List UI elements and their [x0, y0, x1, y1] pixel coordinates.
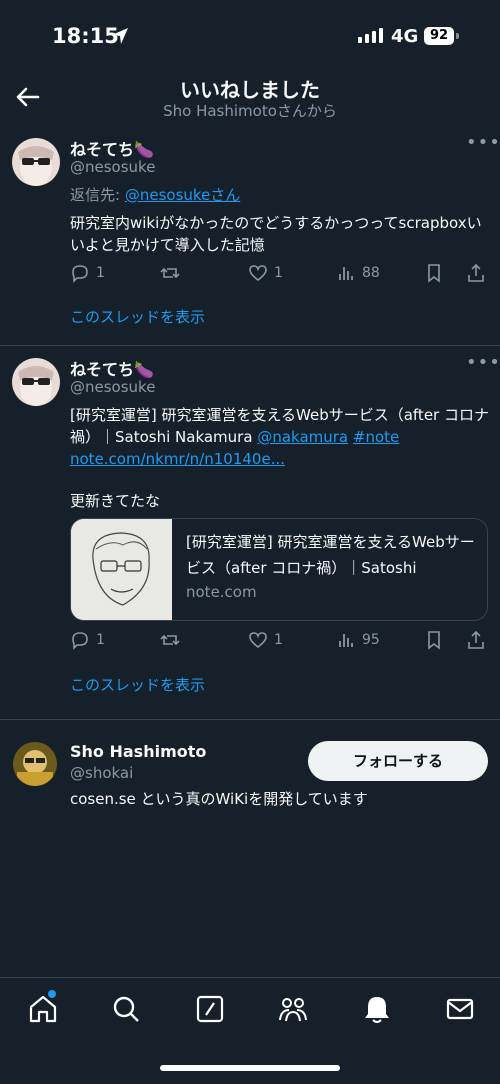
user-bio: cosen.se という真のWiKiを開発しています — [70, 790, 368, 808]
post-body: 研究室内wikiがなかったのでどうするかっつってscrapboxいいよと見かけて… — [70, 214, 482, 254]
page-subtitle: Sho Hashimotoさんから — [163, 102, 337, 120]
reply-icon — [72, 265, 88, 283]
battery-icon: 92 — [424, 27, 454, 45]
url-link[interactable]: note.com/nkmr/n/n10140e... — [70, 450, 285, 468]
reply-count: 1 — [96, 265, 105, 281]
search-icon[interactable] — [111, 994, 141, 1024]
signal-icon — [358, 28, 383, 43]
share-button[interactable] — [466, 263, 486, 283]
card-title: [研究室運営] 研究室運営を支えるWebサービス（after コロナ禍）｜Sat… — [186, 533, 475, 577]
heart-icon — [249, 265, 267, 282]
status-bar: 18:15 4G 92 — [0, 0, 500, 70]
communities-icon[interactable] — [278, 994, 308, 1024]
like-count: 1 — [274, 632, 283, 648]
retweet-button[interactable] — [160, 263, 180, 283]
avatar[interactable] — [12, 138, 60, 186]
heart-icon — [249, 632, 267, 649]
notifications-icon[interactable] — [362, 994, 392, 1024]
reply-label: 返信先: — [70, 186, 121, 204]
views-button[interactable]: 95 — [336, 630, 380, 650]
retweet-button[interactable] — [160, 630, 180, 650]
compose-icon[interactable] — [195, 994, 225, 1024]
link-card[interactable]: [研究室運営] 研究室運営を支えるWebサービス（after コロナ禍）｜Sat… — [70, 518, 488, 621]
page-title: いいねしました — [180, 78, 320, 102]
author-handle[interactable]: @nesosuke — [70, 158, 155, 176]
share-button[interactable] — [466, 630, 486, 650]
reply-count: 1 — [96, 632, 105, 648]
hashtag-link[interactable]: #note — [353, 428, 399, 446]
reply-button[interactable]: 1 — [70, 630, 105, 650]
like-button[interactable]: 1 — [248, 630, 283, 650]
post-actions: 1 1 88 — [70, 263, 490, 287]
author-name[interactable]: ねそてち🍆 — [70, 356, 154, 380]
more-icon[interactable]: ••• — [466, 352, 500, 373]
views-count: 95 — [362, 632, 380, 648]
retweet-icon — [160, 267, 180, 279]
bookmark-button[interactable] — [424, 630, 444, 650]
show-thread-link[interactable]: このスレッドを表示 — [70, 306, 205, 327]
follow-button[interactable]: フォローする — [308, 741, 488, 781]
views-icon — [339, 267, 353, 280]
bookmark-icon — [428, 264, 440, 283]
notification-dot — [48, 990, 56, 998]
bookmark-icon — [428, 631, 440, 650]
share-icon — [468, 630, 484, 649]
views-count: 88 — [362, 265, 380, 281]
post-body: [研究室運営] 研究室運営を支えるWebサービス（after コロナ禍）｜Sat… — [70, 404, 490, 470]
views-icon — [339, 634, 353, 647]
network-type: 4G — [391, 26, 419, 47]
user-name[interactable]: Sho Hashimoto — [70, 742, 206, 761]
post-1[interactable]: ねそてち🍆 @nesosuke ••• 返信先: @nesosukeさん 研究室… — [0, 126, 500, 346]
avatar[interactable] — [12, 358, 60, 406]
messages-icon[interactable] — [445, 994, 475, 1024]
battery-tip — [456, 33, 459, 39]
mention-link[interactable]: @nakamura — [257, 428, 348, 446]
card-thumbnail — [71, 519, 172, 620]
status-time: 18:15 — [52, 24, 119, 48]
post-actions: 1 1 95 — [70, 630, 490, 654]
reply-to-link[interactable]: @nesosukeさん — [125, 186, 240, 204]
reply-button[interactable]: 1 — [70, 263, 105, 283]
user-handle[interactable]: @shokai — [70, 764, 133, 782]
page-header: いいねしました Sho Hashimotoさんから — [0, 70, 500, 126]
show-thread-link[interactable]: このスレッドを表示 — [70, 674, 205, 695]
post-body-2: 更新きてたな — [70, 492, 161, 510]
home-indicator — [160, 1065, 340, 1071]
reply-context: 返信先: @nesosukeさん — [70, 184, 490, 206]
like-count: 1 — [274, 265, 283, 281]
author-name[interactable]: ねそてち🍆 — [70, 136, 154, 160]
reply-icon — [72, 632, 88, 650]
retweet-icon — [160, 634, 180, 646]
home-icon[interactable] — [28, 994, 58, 1024]
views-button[interactable]: 88 — [336, 263, 380, 283]
like-button[interactable]: 1 — [248, 263, 283, 283]
location-arrow-icon — [112, 28, 128, 44]
more-icon[interactable]: ••• — [466, 132, 500, 153]
bookmark-button[interactable] — [424, 263, 444, 283]
share-icon — [468, 263, 484, 282]
user-avatar[interactable] — [13, 742, 57, 786]
card-domain: note.com — [186, 583, 257, 601]
author-handle[interactable]: @nesosuke — [70, 378, 155, 396]
